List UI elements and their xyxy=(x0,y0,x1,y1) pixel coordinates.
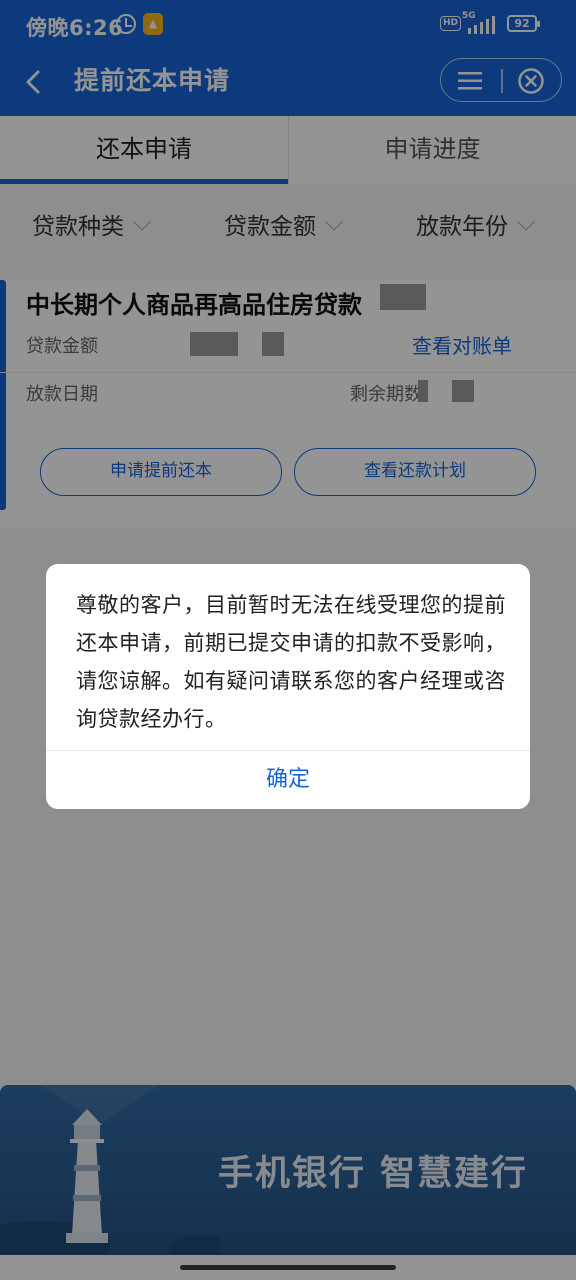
home-indicator[interactable] xyxy=(180,1265,396,1270)
alert-dialog: 尊敬的客户，目前暂时无法在线受理您的提前还本申请，前期已提交申请的扣款不受影响，… xyxy=(46,564,530,809)
confirm-button[interactable]: 确定 xyxy=(46,751,530,809)
dialog-message: 尊敬的客户，目前暂时无法在线受理您的提前还本申请，前期已提交申请的扣款不受影响，… xyxy=(76,593,506,731)
